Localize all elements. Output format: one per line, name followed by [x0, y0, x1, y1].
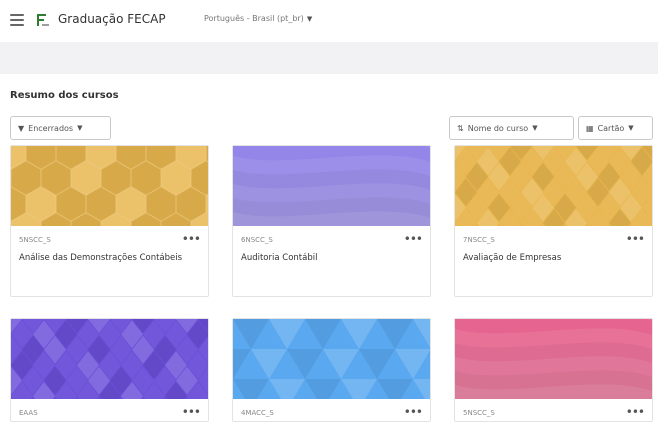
chevron-down-icon: ▼ — [306, 15, 313, 23]
chevron-down-icon: ▼ — [532, 124, 538, 132]
view-label: Cartão — [597, 123, 625, 133]
filter-icon: ▼ — [18, 123, 25, 133]
course-image — [11, 146, 208, 226]
sort-icon: ⇅ — [457, 123, 464, 133]
sort-label: Nome do curso — [467, 123, 529, 133]
top-navbar: Graduação FECAP Português - Brasil (pt_b… — [0, 0, 658, 40]
course-code: 5NSCC_S — [19, 236, 51, 244]
course-image — [455, 319, 652, 399]
course-card[interactable]: 4MACC_S ••• — [232, 318, 431, 422]
course-card[interactable]: 5NSCC_S ••• — [454, 318, 653, 422]
more-options-icon[interactable]: ••• — [404, 232, 423, 246]
menu-icon[interactable] — [10, 14, 24, 26]
chevron-down-icon: ▼ — [77, 124, 83, 132]
course-card[interactable]: EAAS ••• — [10, 318, 209, 422]
view-dropdown[interactable]: ▦ Cartão ▼ — [578, 116, 653, 140]
course-code: 6NSCC_S — [241, 236, 273, 244]
sort-dropdown[interactable]: ⇅ Nome do curso ▼ — [449, 116, 574, 140]
course-code: 4MACC_S — [241, 409, 274, 417]
course-code: EAAS — [19, 409, 38, 417]
course-card[interactable]: 5NSCC_S Análise das Demonstrações Contáb… — [10, 145, 209, 297]
filter-dropdown[interactable]: ▼ Encerrados ▼ — [10, 116, 111, 140]
course-image — [11, 319, 208, 399]
more-options-icon[interactable]: ••• — [626, 405, 645, 419]
course-image — [233, 146, 430, 226]
more-options-icon[interactable]: ••• — [626, 232, 645, 246]
course-name[interactable]: Auditoria Contábil — [241, 252, 420, 265]
course-card[interactable]: 7NSCC_S Avaliação de Empresas ••• — [454, 145, 653, 297]
more-options-icon[interactable]: ••• — [182, 232, 201, 246]
grid-icon: ▦ — [586, 123, 594, 133]
course-name[interactable]: Avaliação de Empresas — [463, 252, 642, 265]
filter-label: Encerrados — [28, 123, 74, 133]
section-title: Resumo dos cursos — [10, 90, 119, 101]
fecap-logo-icon — [37, 14, 49, 26]
language-label: Português - Brasil (pt_br) — [204, 14, 304, 23]
course-code: 7NSCC_S — [463, 236, 495, 244]
language-menu[interactable]: Português - Brasil (pt_br) ▼ — [204, 14, 312, 23]
chevron-down-icon: ▼ — [628, 124, 634, 132]
course-card[interactable]: 6NSCC_S Auditoria Contábil ••• — [232, 145, 431, 297]
more-options-icon[interactable]: ••• — [404, 405, 423, 419]
page-header-banner — [0, 42, 658, 74]
site-title[interactable]: Graduação FECAP — [58, 12, 166, 26]
course-image — [455, 146, 652, 226]
more-options-icon[interactable]: ••• — [182, 405, 201, 419]
course-image — [233, 319, 430, 399]
course-code: 5NSCC_S — [463, 409, 495, 417]
course-name[interactable]: Análise das Demonstrações Contábeis — [19, 252, 198, 265]
